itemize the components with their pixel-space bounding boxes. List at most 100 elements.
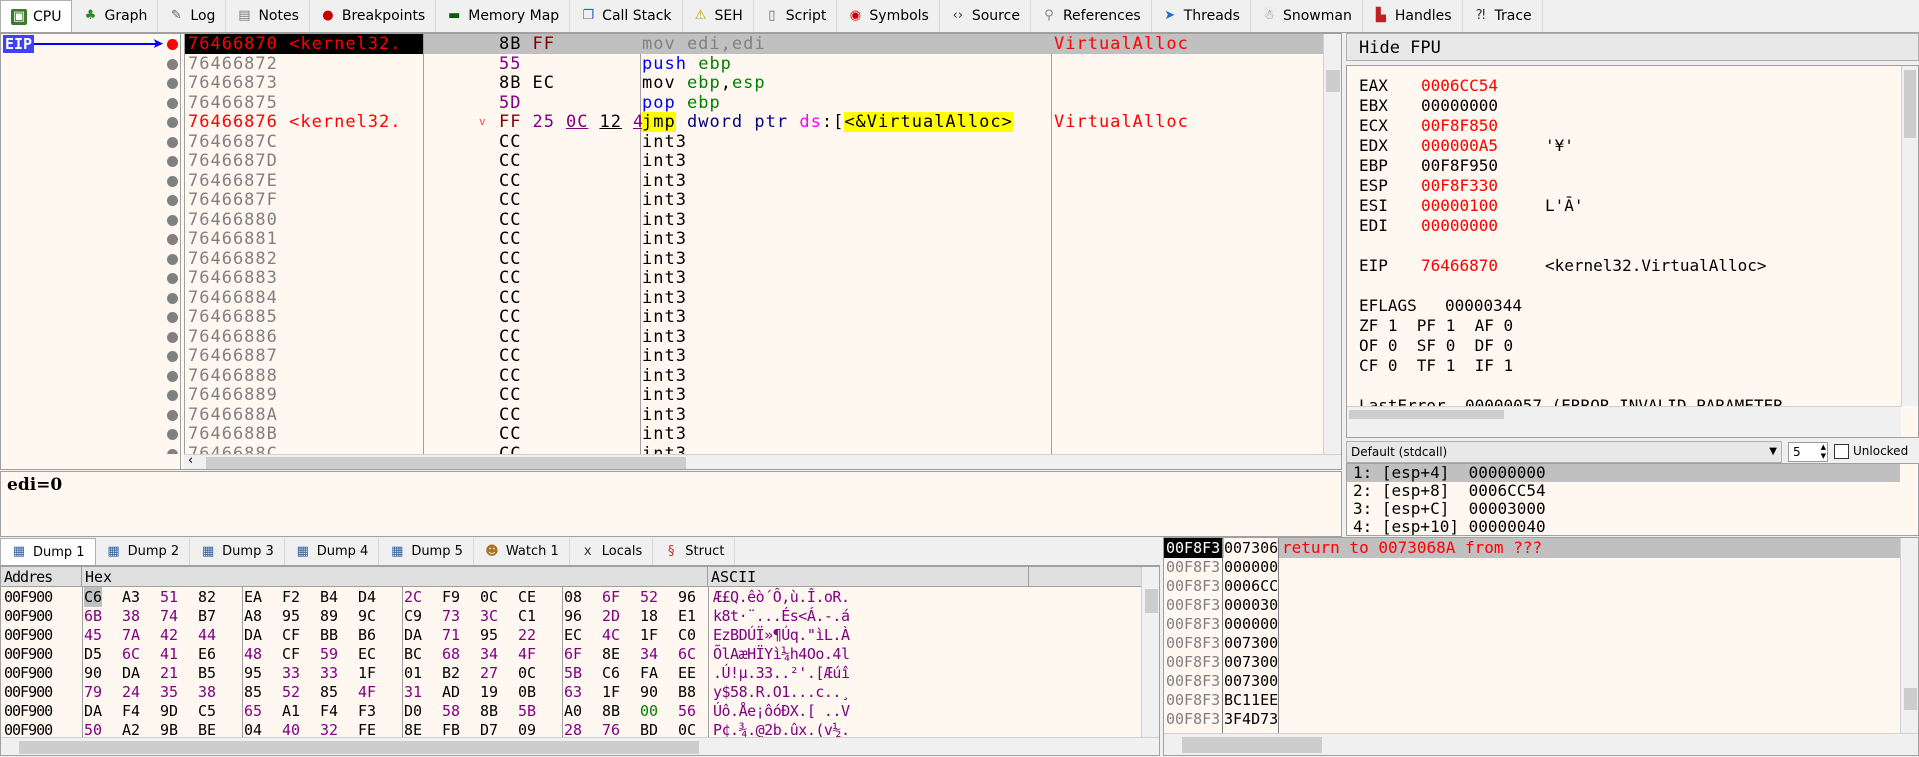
dump-byte[interactable]: F4 [320, 701, 338, 721]
dump-byte[interactable]: 35 [160, 682, 178, 702]
dump-byte[interactable]: 34 [640, 644, 658, 664]
dump-byte[interactable]: 38 [122, 606, 140, 626]
register-value[interactable]: 76466870 [1421, 256, 1498, 276]
dump-byte[interactable]: 32 [320, 720, 338, 737]
breakpoint-dot-icon[interactable] [167, 448, 178, 454]
register-row[interactable]: EDX 000000A5 '¥' [1347, 136, 1897, 156]
scrollbar-thumb[interactable] [1349, 410, 1504, 419]
breakpoint-dot-icon[interactable] [167, 58, 178, 70]
register-row[interactable]: CF 0 TF 1 IF 1 [1347, 356, 1897, 376]
dump-byte[interactable]: 38 [198, 682, 216, 702]
scrollbar-thumb[interactable] [1182, 737, 1322, 753]
dump-byte[interactable]: 1F [640, 625, 658, 645]
dump-byte[interactable]: A8 [244, 606, 262, 626]
dump-byte[interactable]: 8E [404, 720, 422, 737]
dump-row[interactable]: 00F900 79 24 35 38 85 52 85 4F 31 AD 19 0B 63 1F 90 B8 y$… [1, 682, 1141, 702]
dump-row[interactable]: 00F900 45 7A 42 44 DA CF BB B6 DA 71 95 22 EC 4C 1F C0 Ez… [1, 625, 1141, 645]
disassembly-row[interactable]: 7646688A CC int3 [1, 405, 1323, 425]
disassembly-row[interactable]: 7646687C CC int3 [1, 132, 1323, 152]
dump-byte[interactable]: 8B [602, 701, 620, 721]
dump-tab-dump-2[interactable]: ▦ Dump 2 [96, 538, 191, 565]
dump-byte[interactable]: EC [358, 644, 376, 664]
breakpoint-dot-icon[interactable] [167, 117, 178, 128]
disassembly-row[interactable]: 76466885 CC int3 [1, 307, 1323, 327]
dump-byte[interactable]: EC [564, 625, 582, 645]
dump-byte[interactable]: B2 [442, 663, 460, 683]
unlocked-checkbox[interactable] [1834, 444, 1849, 459]
dump-byte[interactable]: C6 [602, 663, 620, 683]
stack-row[interactable]: 00F8F3 007306 return to 0073068A from ??? [1164, 538, 1900, 558]
stack-row[interactable]: 00F8F3 BC11EE [1164, 690, 1900, 710]
dump-byte[interactable]: 9B [160, 720, 178, 737]
register-vertical-scrollbar[interactable] [1901, 66, 1918, 406]
dump-byte[interactable]: CE [518, 587, 536, 607]
breakpoint-dot-icon[interactable] [167, 97, 178, 109]
dump-byte[interactable]: 21 [160, 663, 178, 683]
tab-graph[interactable]: ♣ Graph [72, 0, 159, 32]
breakpoint-dot-icon[interactable] [167, 273, 178, 284]
register-row[interactable]: EAX 0006CC54 [1347, 76, 1897, 96]
disassembly-pane[interactable]: 76466870 <kernel32. 8B FF mov edi,edi Virtua… [0, 33, 1342, 470]
dump-byte[interactable]: 6B [84, 606, 102, 626]
stack-row[interactable]: 00F8F3 000000 [1164, 557, 1900, 577]
disassembly-row[interactable]: 76466880 CC int3 [1, 210, 1323, 230]
disassembly-row[interactable]: 76466886 CC int3 [1, 327, 1323, 347]
tab-source[interactable]: ‹› Source [940, 0, 1031, 32]
dump-byte[interactable]: 18 [640, 606, 658, 626]
breakpoint-dot-icon[interactable] [167, 195, 178, 206]
disassembly-row[interactable]: 76466889 CC int3 [1, 385, 1323, 405]
disassembly-row[interactable]: 76466870 <kernel32. 8B FF mov edi,edi Virtua… [1, 34, 1323, 54]
stack-horizontal-scrollbar[interactable] [1164, 733, 1918, 755]
stack-row[interactable]: 00F8F3 007300 [1164, 633, 1900, 653]
dump-byte[interactable]: FB [442, 720, 460, 737]
register-value[interactable]: 00000100 [1421, 196, 1498, 216]
dump-byte[interactable]: 7A [122, 625, 140, 645]
register-row[interactable]: EDI 00000000 [1347, 216, 1897, 236]
dump-byte[interactable]: 40 [282, 720, 300, 737]
register-value[interactable]: 00000000 [1421, 96, 1498, 116]
disassembly-row[interactable]: 7646687D CC int3 [1, 151, 1323, 171]
dump-byte[interactable]: B4 [320, 587, 338, 607]
tab-cpu[interactable]: ▣ CPU [0, 0, 73, 32]
register-row[interactable]: ECX 00F8F850 [1347, 116, 1897, 136]
dump-row[interactable]: 00F900 C6 A3 51 82 EA F2 B4 D4 2C F9 0C CE 08 6F 52 96 Æ£… [1, 587, 1141, 607]
dump-vertical-scrollbar[interactable] [1141, 567, 1159, 737]
dump-row[interactable]: 00F900 DA F4 9D C5 65 A1 F4 F3 D0 58 8B 5B A0 8B 00 56 Úô… [1, 701, 1141, 721]
dump-byte[interactable]: 90 [84, 663, 102, 683]
dump-tab-locals[interactable]: x Locals [570, 538, 654, 565]
dump-byte[interactable]: 42 [160, 625, 178, 645]
dump-tab-struct[interactable]: § Struct [653, 538, 736, 565]
dump-byte[interactable]: FE [358, 720, 376, 737]
tab-trace[interactable]: ⁈ Trace [1463, 0, 1543, 32]
tab-notes[interactable]: ▤ Notes [226, 0, 310, 32]
argument-count-spinner[interactable]: 5 ▲ ▼ [1788, 442, 1828, 462]
breakpoint-dot-icon[interactable] [167, 331, 178, 343]
dump-byte[interactable]: F9 [442, 587, 460, 607]
dump-byte[interactable]: CF [282, 625, 300, 645]
dump-row[interactable]: 00F900 D5 6C 41 E6 48 CF 59 EC BC 68 34 4F 6F 8E 34 6C Õl… [1, 644, 1141, 664]
dump-byte[interactable]: B8 [678, 682, 696, 702]
spin-arrows-icon[interactable]: ▲ ▼ [1821, 443, 1826, 461]
dump-byte[interactable]: C0 [678, 625, 696, 645]
dump-byte[interactable]: C5 [198, 701, 216, 721]
dump-byte[interactable]: 56 [678, 701, 696, 721]
dump-byte[interactable]: 95 [480, 625, 498, 645]
dump-byte[interactable]: B7 [198, 606, 216, 626]
register-value[interactable]: 00000344 [1445, 296, 1522, 316]
argument-row[interactable]: 4: [esp+10] 00000040 [1347, 518, 1900, 536]
dump-byte[interactable]: 6C [678, 644, 696, 664]
dump-byte[interactable]: 04 [244, 720, 262, 737]
stack-vertical-scrollbar[interactable] [1900, 538, 1918, 733]
dump-byte[interactable]: DA [84, 701, 102, 721]
register-horizontal-scrollbar[interactable] [1347, 406, 1901, 437]
dump-byte[interactable]: 0B [518, 682, 536, 702]
disassembly-row[interactable]: 7646688B CC int3 [1, 424, 1323, 444]
dump-byte[interactable]: D7 [480, 720, 498, 737]
dump-tab-dump-5[interactable]: ▦ Dump 5 [379, 538, 474, 565]
dump-byte[interactable]: 48 [244, 644, 262, 664]
dump-byte[interactable]: 4F [518, 644, 536, 664]
dump-byte[interactable]: 52 [282, 682, 300, 702]
dump-byte[interactable]: BE [198, 720, 216, 737]
register-name[interactable]: EAX [1359, 76, 1388, 96]
stack-row[interactable]: 00F8F3 0006CC [1164, 576, 1900, 596]
